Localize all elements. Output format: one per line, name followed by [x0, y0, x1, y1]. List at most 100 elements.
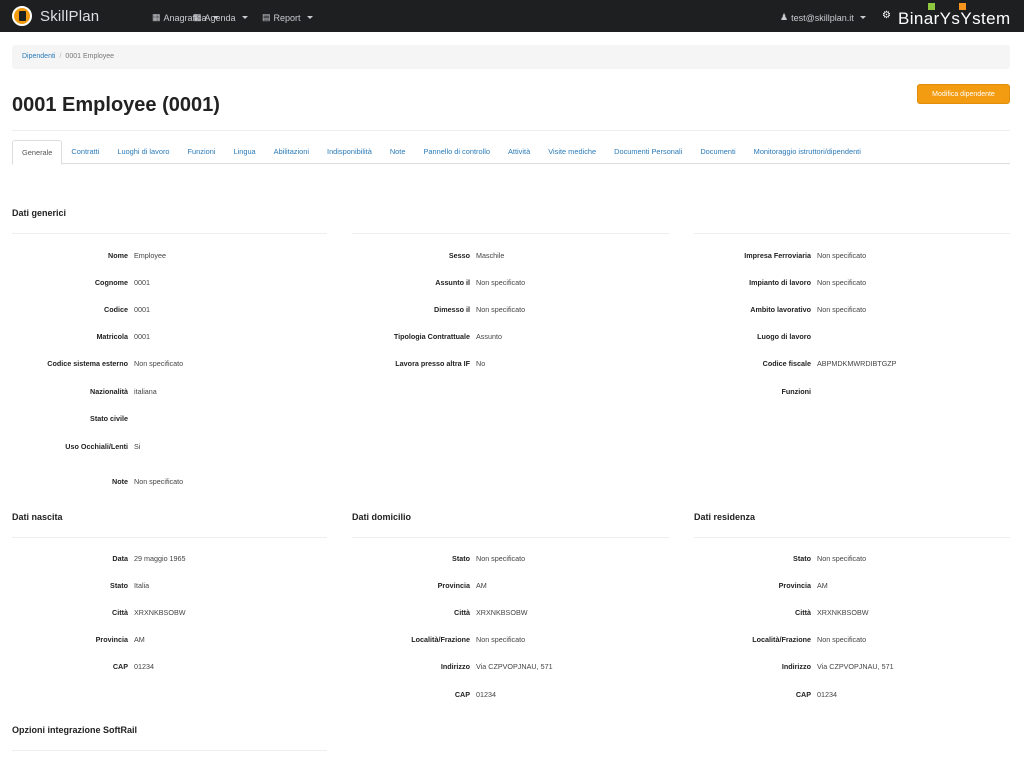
- field-label: CAP: [795, 690, 811, 699]
- field-row: CAP 01234: [12, 662, 154, 671]
- field-value: 01234: [476, 690, 496, 699]
- calendar-icon: ▦: [193, 12, 202, 22]
- field-row: Nazionalità italiana: [12, 387, 157, 396]
- field-row: Impresa Ferroviaria Non specificato: [694, 251, 866, 260]
- field-row: Nome Employee: [12, 251, 166, 260]
- field-label: CAP: [454, 690, 470, 699]
- field-label: Lavora presso altra IF: [395, 359, 470, 368]
- tab-10[interactable]: Visite mediche: [539, 140, 605, 164]
- field-value: 0001: [134, 305, 150, 314]
- field-row: Provincia AM: [694, 581, 828, 590]
- page-title: 0001 Employee (0001): [12, 94, 220, 116]
- field-value: 01234: [134, 662, 154, 671]
- field-value: ABPMDKMWRDIBTGZP: [817, 359, 897, 368]
- field-row: Dimesso il Non specificato: [352, 305, 525, 314]
- field-value: Non specificato: [817, 251, 867, 260]
- section-title-softrail: Opzioni integrazione SoftRail: [12, 725, 138, 735]
- edit-employee-button[interactable]: Modifica dipendente: [917, 84, 1010, 104]
- tab-5[interactable]: Abilitazioni: [265, 140, 318, 164]
- field-value: XRXNKBSOBW: [476, 608, 528, 617]
- field-label: Stato: [793, 554, 811, 563]
- field-value: Non specificato: [134, 477, 184, 486]
- field-label: Stato civile: [90, 414, 128, 423]
- field-value: Via CZPVOPJNAU, 571: [817, 662, 894, 671]
- section-divider: [694, 537, 1010, 538]
- brand-name: SkillPlan: [40, 7, 100, 25]
- field-label: Tipologia Contrattuale: [393, 332, 470, 341]
- field-value: AM: [134, 635, 145, 644]
- menu-agenda[interactable]: ▦ Agenda: [193, 12, 248, 23]
- tab-9[interactable]: Attività: [499, 140, 539, 164]
- tab-7[interactable]: Note: [381, 140, 415, 164]
- breadcrumb-separator: /: [59, 53, 62, 60]
- field-label: Data: [112, 554, 128, 563]
- section-divider: [352, 537, 669, 538]
- field-label: Città: [112, 608, 128, 617]
- field-row: Cognome 0001: [12, 278, 150, 287]
- tab-11[interactable]: Documenti Personali: [605, 140, 691, 164]
- field-label: Dimesso il: [434, 305, 470, 314]
- field-row: Ambito lavorativo Non specificato: [694, 305, 866, 314]
- field-row: Stato civile: [12, 414, 134, 423]
- tab-0[interactable]: Generale: [12, 140, 63, 165]
- field-row: Luogo di lavoro: [694, 332, 817, 341]
- breadcrumb-link-dipendenti[interactable]: Dipendenti: [22, 53, 55, 60]
- caret-down-icon: [306, 16, 313, 19]
- section-divider: [12, 233, 327, 234]
- field-label: Provincia: [778, 581, 811, 590]
- tab-13[interactable]: Monitoraggio istruttori/dipendenti: [745, 140, 870, 164]
- field-label: CAP: [112, 662, 128, 671]
- field-value: Maschile: [476, 251, 505, 260]
- field-label: Luogo di lavoro: [757, 332, 811, 341]
- field-value: Si: [134, 442, 141, 451]
- tab-6[interactable]: Indisponibilità: [318, 140, 381, 164]
- brand[interactable]: SkillPlan: [12, 6, 99, 26]
- field-row: Note Non specificato: [12, 477, 183, 486]
- menu-label: Report: [273, 12, 301, 23]
- field-value: Non specificato: [476, 635, 526, 644]
- caret-down-icon: [859, 16, 866, 19]
- field-value: 0001: [134, 278, 150, 287]
- field-label: Matricola: [96, 332, 128, 341]
- tab-4[interactable]: Lingua: [224, 140, 264, 164]
- section-divider: [12, 750, 327, 751]
- field-row: Funzioni: [694, 387, 817, 396]
- tab-3[interactable]: Funzioni: [179, 140, 225, 164]
- file-icon: ▤: [262, 12, 271, 22]
- field-value: 01234: [817, 690, 837, 699]
- gear-icon[interactable]: ⚙: [882, 10, 891, 21]
- field-value: XRXNKBSOBW: [817, 608, 869, 617]
- field-row: Indirizzo Via CZPVOPJNAU, 571: [352, 662, 553, 671]
- field-label: Città: [795, 608, 811, 617]
- section-title-birth: Dati nascita: [12, 512, 63, 522]
- field-row: CAP 01234: [694, 690, 837, 699]
- field-value: Non specificato: [817, 305, 867, 314]
- tab-1[interactable]: Contratti: [62, 140, 108, 164]
- field-row: Stato Non specificato: [352, 554, 525, 563]
- field-value: Employee: [134, 251, 166, 260]
- field-value: Non specificato: [817, 278, 867, 287]
- breadcrumb: Dipendenti /0001 Employee: [12, 45, 1010, 69]
- tab-2[interactable]: Luoghi di lavoro: [108, 140, 178, 164]
- user-menu[interactable]: ♟ test@skillplan.it: [780, 12, 866, 23]
- menu-report[interactable]: ▤ Report: [262, 12, 313, 23]
- field-value: No: [476, 359, 486, 368]
- field-row: Città XRXNKBSOBW: [694, 608, 869, 617]
- field-row: Località/Frazione Non specificato: [352, 635, 525, 644]
- field-label: Provincia: [437, 581, 470, 590]
- tab-8[interactable]: Pannello di controllo: [414, 140, 499, 164]
- field-value: Via CZPVOPJNAU, 571: [476, 662, 553, 671]
- tab-bar: Generale Contratti Luoghi di lavoro Funzion…: [12, 140, 1010, 165]
- field-label: Cognome: [94, 278, 128, 287]
- tab-12[interactable]: Documenti: [691, 140, 744, 164]
- field-label: Stato: [110, 581, 128, 590]
- field-row: Codice sistema esterno Non specificato: [12, 359, 183, 368]
- field-label: Località/Frazione: [752, 635, 811, 644]
- field-row: Tipologia Contrattuale Assunto: [352, 332, 502, 341]
- skillplan-logo-icon: [12, 6, 32, 26]
- field-label: Codice fiscale: [762, 359, 811, 368]
- field-value: Non specificato: [134, 359, 184, 368]
- field-row: Impianto di lavoro Non specificato: [694, 278, 866, 287]
- menu-label: Agenda: [204, 12, 236, 23]
- breadcrumb-current: 0001 Employee: [65, 53, 115, 60]
